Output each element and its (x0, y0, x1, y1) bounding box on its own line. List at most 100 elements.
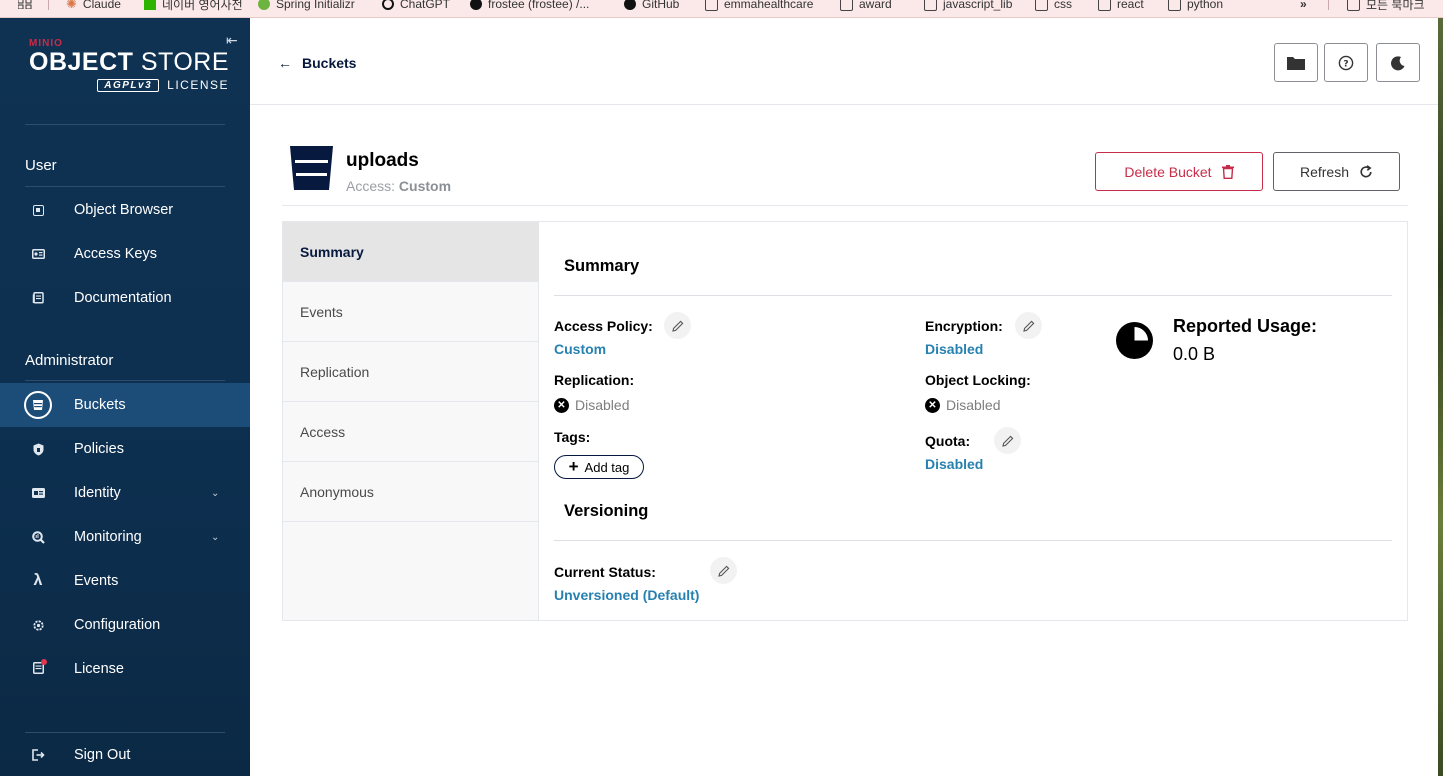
naver-icon (144, 0, 156, 10)
tab-replication[interactable]: Replication (283, 342, 539, 402)
plus-icon: + (568, 457, 579, 476)
divider (554, 540, 1392, 541)
folder-icon (840, 0, 853, 11)
chatgpt-icon (382, 0, 394, 10)
tab-summary[interactable]: Summary (283, 222, 539, 282)
edit-versioning-button[interactable] (710, 557, 737, 584)
id-card-icon (29, 484, 47, 502)
sidebar: MINIO OBJECT STORE AGPLv3 LICENSE ⇤ User… (0, 18, 250, 776)
sidebar-item-sign-out[interactable]: Sign Out (0, 733, 250, 776)
refresh-icon (1360, 164, 1372, 177)
replication-label: Replication: (554, 372, 635, 388)
add-tag-button[interactable]: + Add tag (554, 455, 644, 479)
bucket-icon (290, 146, 333, 190)
background-edge (1438, 18, 1443, 776)
sidebar-item-policies[interactable]: Policies (0, 427, 250, 471)
quota-value[interactable]: Disabled (925, 456, 983, 472)
bookmark-frostee[interactable]: frostee (frostee) /... (470, 0, 589, 13)
moon-icon (1391, 55, 1405, 70)
encryption-value[interactable]: Disabled (925, 341, 983, 357)
folder-icon (1168, 0, 1181, 11)
pencil-icon (671, 320, 683, 332)
page-header: ← Buckets ? (250, 18, 1438, 105)
bookmark-emmahealthcare[interactable]: emmahealthcare (705, 0, 813, 13)
bookmark-css[interactable]: css (1035, 0, 1072, 13)
object-browser-button[interactable] (1274, 43, 1318, 82)
bookmark-react[interactable]: react (1098, 0, 1144, 13)
pencil-icon (1022, 320, 1034, 332)
tab-access[interactable]: Access (283, 402, 539, 462)
bookmark-chatgpt[interactable]: ChatGPT (382, 0, 450, 13)
chevron-down-icon[interactable]: ⌄ (211, 532, 219, 543)
delete-bucket-button[interactable]: Delete Bucket (1095, 152, 1263, 191)
magnifier-icon (29, 528, 47, 546)
summary-title: Summary (564, 257, 640, 275)
gear-icon (29, 616, 47, 634)
bucket-details-panel: Summary Events Replication Access Anonym… (282, 221, 1408, 621)
browser-bookmarks-bar: ✺ Claude 네이버 영어사전 Spring Initializr ChatG… (0, 0, 1443, 18)
sidebar-item-identity[interactable]: Identity ⌄ (0, 471, 250, 515)
bucket-access: Access: Custom (346, 178, 452, 194)
sidebar-item-events[interactable]: λ Events (0, 559, 250, 603)
section-administrator: Administrator (25, 352, 114, 369)
sidebar-item-access-keys[interactable]: Access Keys (0, 232, 250, 276)
sidebar-item-buckets[interactable]: Buckets (0, 383, 250, 427)
reported-usage-label: Reported Usage: (1173, 316, 1318, 336)
spring-icon (258, 0, 270, 10)
object-locking-label: Object Locking: (925, 372, 1031, 388)
apps-grid-icon[interactable] (18, 0, 32, 13)
bookmark-python[interactable]: python (1168, 0, 1223, 13)
agpl-badge: AGPLv3 (97, 78, 160, 92)
bookmark-github[interactable]: GitHub (624, 0, 679, 13)
sidebar-item-documentation[interactable]: Documentation (0, 276, 250, 320)
access-policy-label: Access Policy: (554, 318, 653, 334)
edit-quota-button[interactable] (994, 427, 1021, 454)
sidebar-item-object-browser[interactable]: Object Browser (0, 188, 250, 232)
github-icon (624, 0, 636, 10)
arrow-left-icon: ← (278, 55, 292, 71)
access-policy-value[interactable]: Custom (554, 341, 606, 357)
help-icon: ? (1338, 55, 1354, 70)
dark-mode-button[interactable] (1376, 43, 1420, 82)
license-icon (29, 658, 47, 678)
folder-icon (1098, 0, 1111, 11)
documentation-icon (29, 289, 47, 307)
disabled-icon: ✕ (925, 397, 940, 413)
edit-access-policy-button[interactable] (664, 312, 691, 339)
pencil-icon (717, 565, 729, 577)
svg-text:?: ? (1343, 59, 1348, 69)
divider (25, 380, 225, 381)
usage-pie-icon (1116, 322, 1153, 359)
tab-anonymous[interactable]: Anonymous (283, 462, 539, 522)
notification-dot (40, 658, 47, 665)
disabled-icon: ✕ (554, 397, 569, 413)
claude-icon: ✺ (66, 0, 77, 11)
bookmark-award[interactable]: award (840, 0, 892, 13)
bookmark-naver-dictionary[interactable]: 네이버 영어사전 (144, 0, 243, 13)
refresh-button[interactable]: Refresh (1273, 152, 1400, 191)
sign-out-icon (29, 746, 47, 764)
sidebar-item-monitoring[interactable]: Monitoring ⌄ (0, 515, 250, 559)
more-bookmarks-button[interactable]: » (1300, 0, 1307, 13)
all-bookmarks[interactable]: 모든 북마크 (1347, 0, 1425, 13)
help-button[interactable]: ? (1324, 43, 1368, 82)
current-status-label: Current Status: (554, 564, 656, 580)
folder-icon (1287, 56, 1305, 70)
sidebar-item-license[interactable]: License (0, 647, 250, 691)
bucket-tabs: Summary Events Replication Access Anonym… (283, 222, 539, 620)
edit-encryption-button[interactable] (1015, 312, 1042, 339)
bookmark-javascript-lib[interactable]: javascript_lib (924, 0, 1012, 13)
chevron-down-icon[interactable]: ⌄ (211, 488, 219, 499)
back-to-buckets-link[interactable]: ← Buckets (278, 55, 356, 71)
sidebar-item-configuration[interactable]: Configuration (0, 603, 250, 647)
bucket-icon (24, 391, 52, 419)
bookmark-claude[interactable]: ✺ Claude (66, 0, 121, 13)
versioning-status-value[interactable]: Unversioned (Default) (554, 587, 699, 603)
encryption-label: Encryption: (925, 318, 1003, 334)
tags-label: Tags: (554, 429, 591, 445)
tab-events[interactable]: Events (283, 282, 539, 342)
collapse-sidebar-icon[interactable]: ⇤ (226, 32, 238, 49)
bucket-name: uploads (346, 150, 419, 171)
bookmark-spring-initializr[interactable]: Spring Initializr (258, 0, 355, 13)
github-icon (470, 0, 482, 10)
